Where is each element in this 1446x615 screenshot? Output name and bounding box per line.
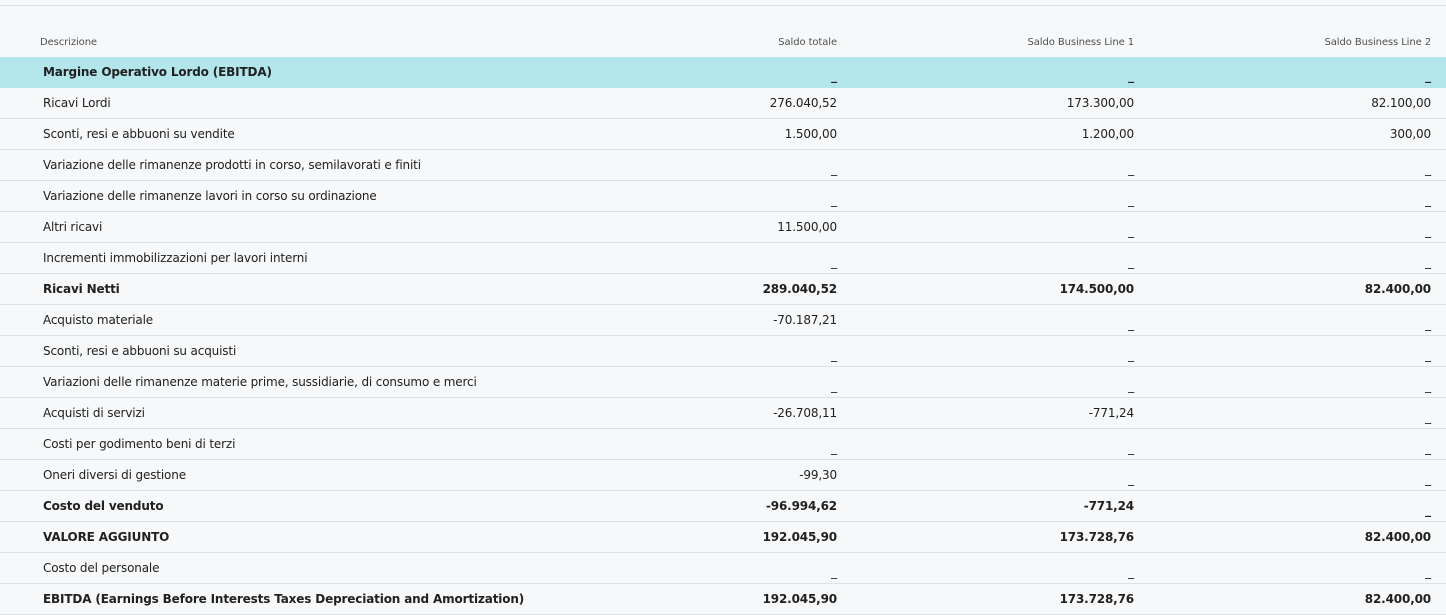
table-row[interactable]: VALORE AGGIUNTO 192.045,90 173.728,76 82… xyxy=(0,522,1446,553)
bl2-value[interactable]: 82.400,00 xyxy=(1134,530,1431,544)
table-row[interactable]: Oneri diversi di gestione -99,30 _ _ xyxy=(0,460,1446,491)
bl2-value[interactable]: 82.100,00 xyxy=(1134,96,1431,110)
table-row[interactable]: Altri ricavi 11.500,00 _ _ xyxy=(0,212,1446,243)
row-label: Oneri diversi di gestione xyxy=(43,468,186,482)
bl2-value[interactable]: _ xyxy=(1425,441,1431,455)
total-value[interactable]: _ xyxy=(831,379,837,393)
total-value[interactable]: _ xyxy=(831,565,837,579)
bl2-value[interactable]: _ xyxy=(1425,317,1431,331)
bl2-value[interactable]: _ xyxy=(1425,224,1431,238)
total-value[interactable]: -96.994,62 xyxy=(640,499,837,513)
table-row[interactable]: Costo del personale _ _ _ xyxy=(0,553,1446,584)
bl1-value[interactable]: _ xyxy=(1128,69,1134,83)
row-label: Incrementi immobilizzazioni per lavori i… xyxy=(43,251,308,265)
column-header-business-line-2[interactable]: Saldo Business Line 2 xyxy=(1134,37,1432,48)
bl2-value[interactable]: _ xyxy=(1425,69,1431,83)
column-header-business-line-1[interactable]: Saldo Business Line 1 xyxy=(837,37,1135,48)
table-row[interactable]: Acquisti di servizi -26.708,11 -771,24 _ xyxy=(0,398,1446,429)
top-divider xyxy=(0,5,1446,6)
bl1-value[interactable]: _ xyxy=(1128,255,1134,269)
total-value[interactable]: 276.040,52 xyxy=(640,96,837,110)
total-value[interactable]: -99,30 xyxy=(640,468,837,482)
bl1-value[interactable]: _ xyxy=(1128,224,1134,238)
bl2-value[interactable]: 82.400,00 xyxy=(1134,592,1431,606)
table-row[interactable]: Variazioni delle rimanenze materie prime… xyxy=(0,367,1446,398)
table-row[interactable]: Variazione delle rimanenze prodotti in c… xyxy=(0,150,1446,181)
bl1-value[interactable]: _ xyxy=(1128,472,1134,486)
total-value[interactable]: 192.045,90 xyxy=(640,530,838,544)
total-value[interactable]: -70.187,21 xyxy=(640,313,837,327)
bl2-value[interactable]: _ xyxy=(1425,379,1431,393)
bl2-value[interactable]: _ xyxy=(1425,503,1431,517)
bl1-value[interactable]: _ xyxy=(1128,193,1134,207)
bl2-value[interactable]: _ xyxy=(1425,348,1431,362)
row-label: Costo del personale xyxy=(43,561,160,575)
row-label: Variazione delle rimanenze prodotti in c… xyxy=(43,158,421,172)
table-row[interactable]: EBITDA (Earnings Before Interests Taxes … xyxy=(0,584,1446,615)
bl1-value[interactable]: -771,24 xyxy=(837,406,1134,420)
bl1-value[interactable]: _ xyxy=(1128,565,1134,579)
bl2-value[interactable]: _ xyxy=(1425,410,1431,424)
total-value[interactable]: _ xyxy=(831,255,837,269)
table-row[interactable]: Sconti, resi e abbuoni su vendite 1.500,… xyxy=(0,119,1446,150)
row-label: Ricavi Netti xyxy=(43,282,120,296)
row-label: VALORE AGGIUNTO xyxy=(43,530,170,544)
bl1-value[interactable]: _ xyxy=(1128,348,1134,362)
total-value[interactable]: 192.045,90 xyxy=(640,592,838,606)
row-label: Altri ricavi xyxy=(43,220,103,234)
bl1-value[interactable]: -771,24 xyxy=(837,499,1134,513)
bl2-value[interactable]: _ xyxy=(1425,162,1431,176)
total-value[interactable]: 1.500,00 xyxy=(640,127,837,141)
financial-table: Descrizione Saldo totale Saldo Business … xyxy=(0,27,1446,615)
row-label: Ricavi Lordi xyxy=(43,96,111,110)
row-label: Acquisti di servizi xyxy=(43,406,145,420)
table-row[interactable]: Costi per godimento beni di terzi _ _ _ xyxy=(0,429,1446,460)
table-row[interactable]: Acquisto materiale -70.187,21 _ _ xyxy=(0,305,1446,336)
bl2-value[interactable]: 82.400,00 xyxy=(1134,282,1431,296)
row-label: Costo del venduto xyxy=(43,499,164,513)
table-row[interactable]: Margine Operativo Lordo (EBITDA) _ _ _ xyxy=(0,57,1446,88)
row-label: Sconti, resi e abbuoni su vendite xyxy=(43,127,235,141)
bl1-value[interactable]: _ xyxy=(1128,162,1134,176)
total-value[interactable]: _ xyxy=(831,348,837,362)
bl1-value[interactable]: _ xyxy=(1128,441,1134,455)
total-value[interactable]: _ xyxy=(831,69,837,83)
total-value[interactable]: _ xyxy=(831,162,837,176)
table-row[interactable]: Incrementi immobilizzazioni per lavori i… xyxy=(0,243,1446,274)
bl1-value[interactable]: _ xyxy=(1128,379,1134,393)
bl1-value[interactable]: 173.728,76 xyxy=(837,530,1135,544)
total-value[interactable]: _ xyxy=(831,441,837,455)
column-header-description[interactable]: Descrizione xyxy=(0,37,640,48)
table-row[interactable]: Ricavi Lordi 276.040,52 173.300,00 82.10… xyxy=(0,88,1446,119)
row-label: Variazioni delle rimanenze materie prime… xyxy=(43,375,477,389)
bl2-value[interactable]: 300,00 xyxy=(1134,127,1431,141)
table-row[interactable]: Sconti, resi e abbuoni su acquisti _ _ _ xyxy=(0,336,1446,367)
column-header-total[interactable]: Saldo totale xyxy=(640,37,837,48)
row-label: EBITDA (Earnings Before Interests Taxes … xyxy=(43,592,525,606)
table-row[interactable]: Variazione delle rimanenze lavori in cor… xyxy=(0,181,1446,212)
table-row[interactable]: Costo del venduto -96.994,62 -771,24 _ xyxy=(0,491,1446,522)
total-value[interactable]: 11.500,00 xyxy=(640,220,837,234)
bl1-value[interactable]: _ xyxy=(1128,317,1134,331)
bl1-value[interactable]: 173.728,76 xyxy=(837,592,1135,606)
row-label: Variazione delle rimanenze lavori in cor… xyxy=(43,189,377,203)
table-header: Descrizione Saldo totale Saldo Business … xyxy=(0,27,1446,57)
bl2-value[interactable]: _ xyxy=(1425,193,1431,207)
row-label: Acquisto materiale xyxy=(43,313,154,327)
row-label: Sconti, resi e abbuoni su acquisti xyxy=(43,344,237,358)
bl2-value[interactable]: _ xyxy=(1425,472,1431,486)
bl1-value[interactable]: 174.500,00 xyxy=(837,282,1135,296)
bl1-value[interactable]: 173.300,00 xyxy=(837,96,1134,110)
row-label: Costi per godimento beni di terzi xyxy=(43,437,236,451)
bl2-value[interactable]: _ xyxy=(1425,255,1431,269)
total-value[interactable]: -26.708,11 xyxy=(640,406,837,420)
bl1-value[interactable]: 1.200,00 xyxy=(837,127,1134,141)
bl2-value[interactable]: _ xyxy=(1425,565,1431,579)
total-value[interactable]: _ xyxy=(831,193,837,207)
total-value[interactable]: 289.040,52 xyxy=(640,282,838,296)
row-label: Margine Operativo Lordo (EBITDA) xyxy=(43,65,272,79)
table-row[interactable]: Ricavi Netti 289.040,52 174.500,00 82.40… xyxy=(0,274,1446,305)
